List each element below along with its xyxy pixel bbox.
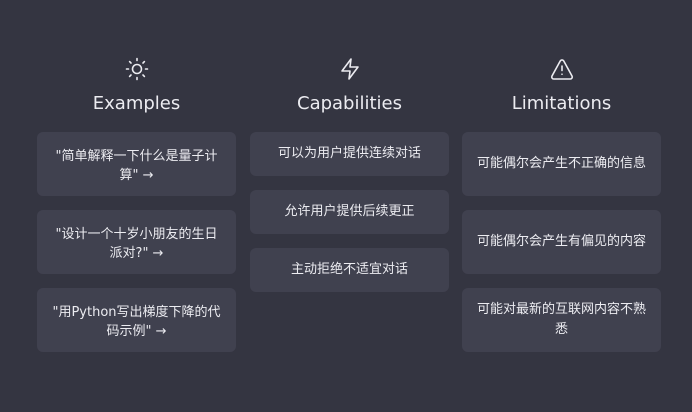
sun-icon bbox=[124, 56, 150, 82]
example-prompt-button[interactable]: "设计一个十岁小朋友的生日派对?" → bbox=[37, 210, 236, 274]
capability-item: 允许用户提供后续更正 bbox=[250, 190, 449, 234]
limitation-item: 可能对最新的互联网内容不熟悉 bbox=[462, 288, 661, 352]
limitations-column: Limitations 可能偶尔会产生不正确的信息 可能偶尔会产生有偏见的内容 … bbox=[462, 56, 661, 352]
warning-triangle-icon bbox=[549, 56, 575, 82]
example-prompt-button[interactable]: "用Python写出梯度下降的代码示例" → bbox=[37, 288, 236, 352]
lightning-bolt-icon bbox=[337, 56, 363, 82]
capability-item: 可以为用户提供连续对话 bbox=[250, 132, 449, 176]
intro-columns: Examples "简单解释一下什么是量子计算" → "设计一个十岁小朋友的生日… bbox=[0, 0, 692, 412]
limitations-heading: Limitations bbox=[511, 93, 612, 114]
examples-heading: Examples bbox=[92, 93, 181, 114]
limitations-list: 可能偶尔会产生不正确的信息 可能偶尔会产生有偏见的内容 可能对最新的互联网内容不… bbox=[462, 132, 661, 352]
example-prompt-button[interactable]: "简单解释一下什么是量子计算" → bbox=[37, 132, 236, 196]
capabilities-list: 可以为用户提供连续对话 允许用户提供后续更正 主动拒绝不适宜对话 bbox=[250, 132, 449, 292]
examples-column: Examples "简单解释一下什么是量子计算" → "设计一个十岁小朋友的生日… bbox=[37, 56, 236, 352]
capabilities-heading: Capabilities bbox=[297, 93, 402, 114]
capability-item: 主动拒绝不适宜对话 bbox=[250, 248, 449, 292]
examples-list: "简单解释一下什么是量子计算" → "设计一个十岁小朋友的生日派对?" → "用… bbox=[37, 132, 236, 352]
capabilities-column: Capabilities 可以为用户提供连续对话 允许用户提供后续更正 主动拒绝… bbox=[250, 56, 449, 292]
limitation-item: 可能偶尔会产生有偏见的内容 bbox=[462, 210, 661, 274]
limitation-item: 可能偶尔会产生不正确的信息 bbox=[462, 132, 661, 196]
